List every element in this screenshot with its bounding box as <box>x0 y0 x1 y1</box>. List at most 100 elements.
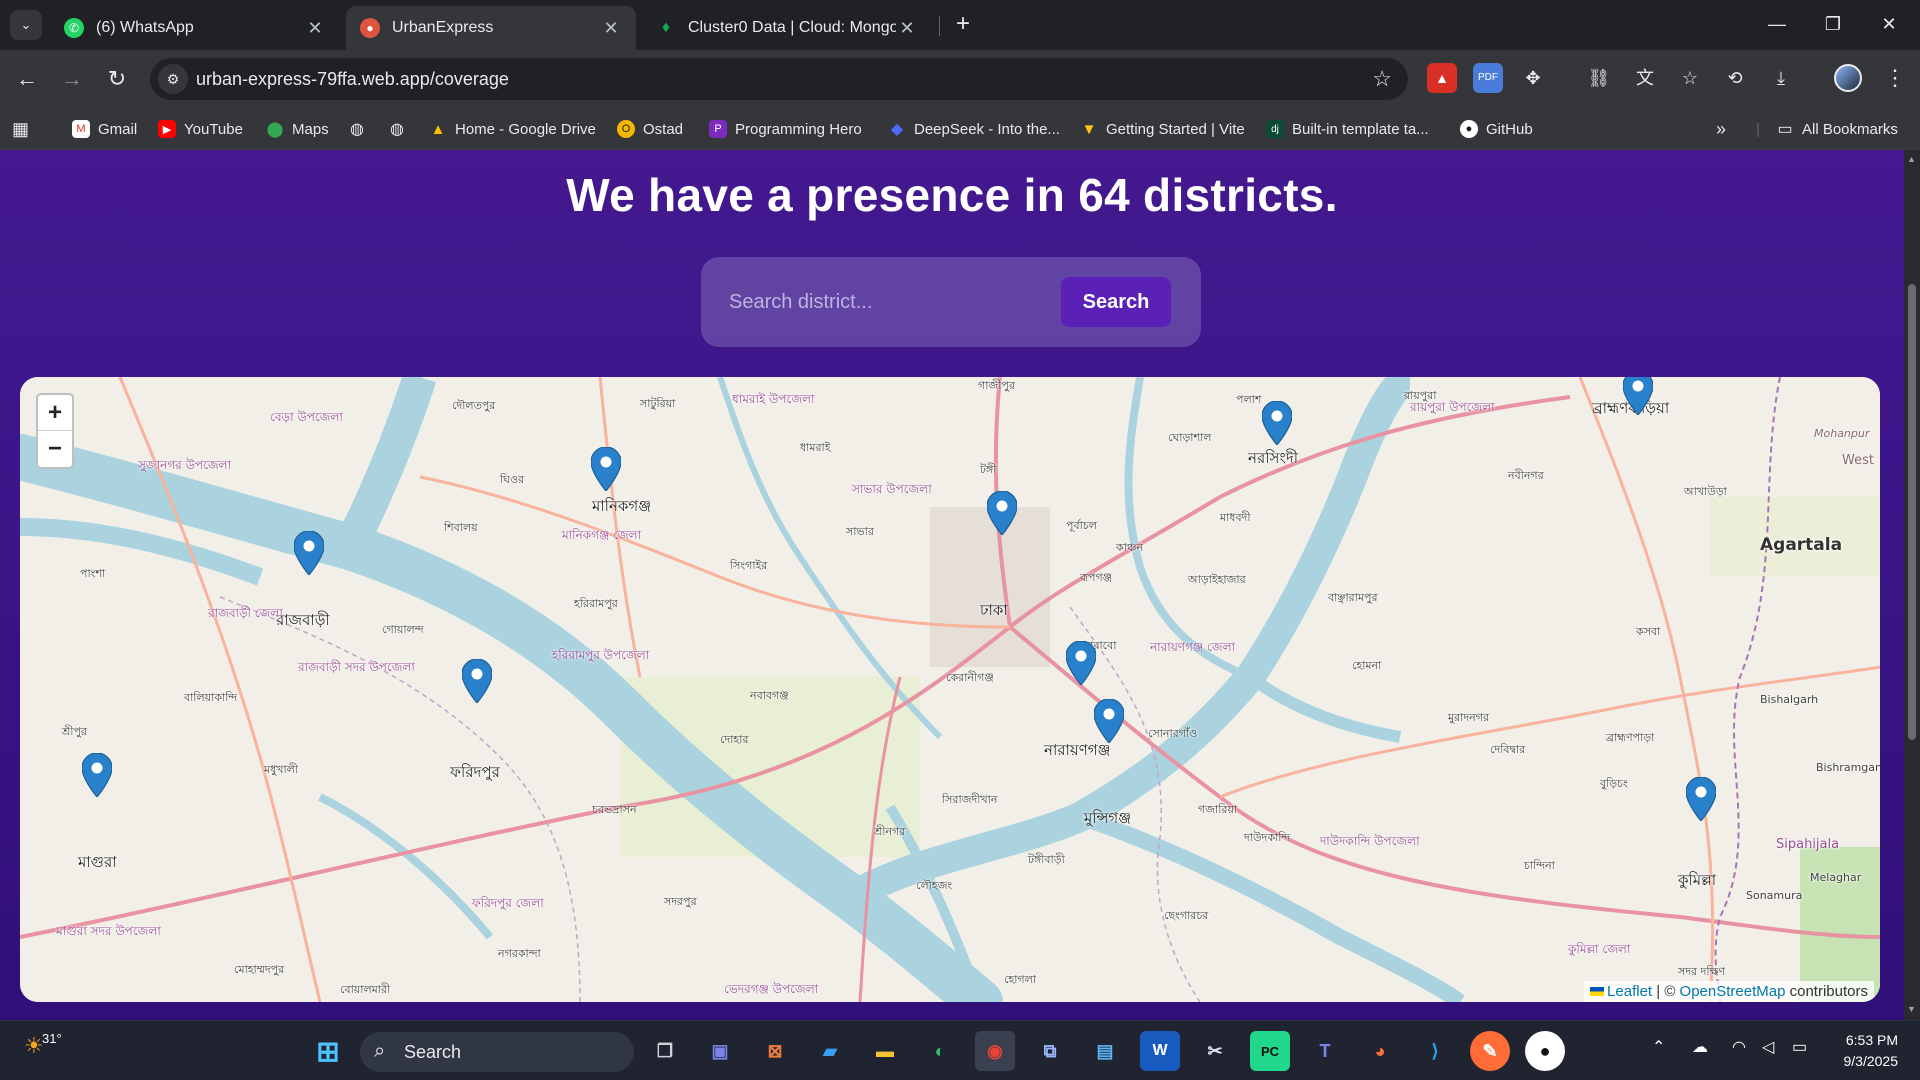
vscode-icon[interactable]: ⟩ <box>1415 1031 1455 1071</box>
xampp-icon[interactable]: ⊠ <box>755 1031 795 1071</box>
district-marker[interactable] <box>462 659 492 703</box>
back-arrow-icon[interactable]: ← <box>11 63 43 95</box>
map-label-baliakandi: বালিয়াকান্দি <box>184 691 238 704</box>
district-marker[interactable] <box>591 447 621 491</box>
page-scrollbar[interactable]: ▲ ▼ <box>1904 150 1920 1020</box>
bookmark-vite[interactable]: ▼ Getting Started | Vite <box>1080 116 1245 142</box>
meet-icon[interactable]: ▣ <box>700 1031 740 1071</box>
scroll-up-arrow-icon[interactable]: ▲ <box>1907 154 1916 164</box>
reading-list-icon[interactable]: ☆ <box>1675 63 1705 93</box>
minimize-button[interactable]: — <box>1754 8 1800 40</box>
chrome-icon[interactable]: ◉ <box>975 1031 1015 1071</box>
bookmark-gmail[interactable]: M Gmail <box>72 116 137 142</box>
map-label-gazaria: গজারিয়া <box>1198 803 1238 816</box>
new-tab-button[interactable]: + <box>948 10 978 40</box>
browser-tab-strip: ⌄ ✆ (6) WhatsApp ✕ ● UrbanExpress ✕ ♦ Cl… <box>0 0 1920 50</box>
leaflet-link[interactable]: Leaflet <box>1607 983 1652 1000</box>
coverage-map[interactable]: + − ঢাকা মানিকগঞ্জ রাজবাড়ী ফরিদপুর মাগু… <box>20 377 1880 1002</box>
url-text[interactable]: urban-express-79ffa.web.app/coverage <box>196 69 509 90</box>
scroll-down-arrow-icon[interactable]: ▼ <box>1907 1004 1916 1014</box>
taskbar-search-box[interactable]: ⌕ Search <box>360 1032 634 1072</box>
bookmark-maps[interactable]: ⬤ Maps <box>266 116 329 142</box>
notepad-icon[interactable]: ▤ <box>1085 1031 1125 1071</box>
site-info-icon[interactable]: ⚙ <box>158 64 188 94</box>
translate-icon[interactable]: 文 <box>1630 63 1660 93</box>
bookmark-youtube[interactable]: ▶ YouTube <box>158 116 243 142</box>
bookmark-globe-2[interactable]: ◍ <box>388 116 414 142</box>
map-label-bishramganj: Bishramganj <box>1816 761 1880 774</box>
map-label-sadar-dakshin: সদর দক্ষিণ <box>1678 965 1726 978</box>
openstreetmap-link[interactable]: OpenStreetMap <box>1680 983 1786 1000</box>
address-bar[interactable]: ⚙ urban-express-79ffa.web.app/coverage ☆ <box>150 58 1408 100</box>
extension-red-icon[interactable]: ▲ <box>1427 63 1457 93</box>
edge-icon[interactable]: ◐ <box>920 1031 960 1071</box>
district-search-input[interactable] <box>729 279 1029 325</box>
map-label-boalmari: বোয়ালমারী <box>340 983 391 996</box>
restore-button[interactable]: ❐ <box>1810 8 1856 40</box>
tab-label: (6) WhatsApp <box>96 19 194 36</box>
district-marker[interactable] <box>1066 641 1096 685</box>
district-marker[interactable] <box>1262 401 1292 445</box>
pycharm-icon[interactable]: PC <box>1250 1031 1290 1071</box>
tab-close-icon[interactable]: ✕ <box>600 18 622 39</box>
tab-close-icon[interactable]: ✕ <box>896 18 918 39</box>
download-icon[interactable]: ⤓ <box>1766 63 1796 93</box>
bookmark-github[interactable]: ● GitHub <box>1460 116 1533 142</box>
zoom-in-button[interactable]: + <box>38 395 72 431</box>
weather-widget[interactable]: ☀ 31° <box>24 1031 62 1059</box>
wifi-icon[interactable]: ◠ <box>1732 1037 1746 1057</box>
card-app-icon[interactable]: ▰ <box>810 1031 850 1071</box>
bookmark-google-drive[interactable]: ▲ Home - Google Drive <box>429 116 596 142</box>
apps-grid-icon[interactable]: ▦ <box>12 116 29 142</box>
reload-icon[interactable]: ↻ <box>101 63 133 95</box>
pdf-extension-icon[interactable]: PDF <box>1473 63 1503 93</box>
tray-overflow-chevron-icon[interactable]: ⌃ <box>1652 1037 1665 1057</box>
bookmark-deepseek[interactable]: ◆ DeepSeek - Into the... <box>888 116 1060 142</box>
bookmark-globe-1[interactable]: ◍ <box>348 116 374 142</box>
file-explorer-icon[interactable]: ▬ <box>865 1031 905 1071</box>
taskbar-clock[interactable]: 6:53 PM 9/3/2025 <box>1844 1030 1899 1072</box>
all-bookmarks-button[interactable]: ▭ All Bookmarks <box>1776 116 1897 142</box>
bookmark-ostad[interactable]: O Ostad <box>617 116 683 142</box>
postman-icon[interactable]: ✎ <box>1470 1031 1510 1071</box>
bookmark-programming-hero[interactable]: P Programming Hero <box>709 116 862 142</box>
zoom-out-button[interactable]: − <box>38 431 72 467</box>
district-marker[interactable] <box>1686 777 1716 821</box>
firefox-icon[interactable]: ◕ <box>1360 1031 1400 1071</box>
district-marker[interactable] <box>82 753 112 797</box>
bookmark-django[interactable]: dj Built-in template ta... <box>1266 116 1429 142</box>
map-label-munshiganj: মুন্সিগঞ্জ <box>1084 809 1132 827</box>
onedrive-cloud-icon[interactable]: ☁ <box>1692 1037 1708 1057</box>
teams-icon[interactable]: T <box>1305 1031 1345 1071</box>
github-desktop-icon[interactable]: ● <box>1525 1031 1565 1071</box>
menu-kebab-icon[interactable]: ⋮ <box>1880 63 1910 93</box>
scrollbar-thumb[interactable] <box>1908 284 1916 740</box>
bookmark-star-icon[interactable]: ☆ <box>1372 66 1392 92</box>
volume-icon[interactable]: ◁ <box>1762 1037 1774 1057</box>
tab-urbanexpress[interactable]: ● UrbanExpress ✕ <box>346 6 636 50</box>
district-marker[interactable] <box>987 491 1017 535</box>
tab-whatsapp[interactable]: ✆ (6) WhatsApp ✕ <box>50 6 340 50</box>
map-label-cumilla-zila: কুমিল্লা জেলা <box>1568 942 1631 956</box>
map-label-charbhadrasan: চরভদ্রাসন <box>592 803 637 816</box>
app-icon[interactable]: ⧉ <box>1030 1031 1070 1071</box>
district-marker[interactable] <box>1094 699 1124 743</box>
snipping-tool-icon[interactable]: ✂ <box>1195 1031 1235 1071</box>
task-view-icon[interactable]: ❐ <box>645 1031 685 1071</box>
history-icon[interactable]: ⟲ <box>1720 63 1750 93</box>
profile-avatar[interactable] <box>1834 64 1862 92</box>
windows-start-icon[interactable]: ⊞ <box>308 1031 348 1071</box>
close-window-button[interactable]: ✕ <box>1866 8 1912 40</box>
search-button[interactable]: Search <box>1061 277 1171 327</box>
battery-icon[interactable]: ▭ <box>1792 1037 1807 1057</box>
link-icon[interactable]: ⛓ <box>1584 63 1614 93</box>
word-icon[interactable]: W <box>1140 1031 1180 1071</box>
tab-search-chevron-icon[interactable]: ⌄ <box>10 10 42 40</box>
district-marker[interactable] <box>294 531 324 575</box>
district-marker[interactable] <box>1623 377 1653 415</box>
tab-close-icon[interactable]: ✕ <box>304 18 326 39</box>
forward-arrow-icon[interactable]: → <box>56 63 88 95</box>
extensions-puzzle-icon[interactable]: ✥ <box>1518 63 1548 93</box>
tab-mongodb[interactable]: ♦ Cluster0 Data | Cloud: MongoDB ✕ <box>642 6 932 50</box>
more-bookmarks-chevron-icon[interactable]: » <box>1716 116 1726 142</box>
